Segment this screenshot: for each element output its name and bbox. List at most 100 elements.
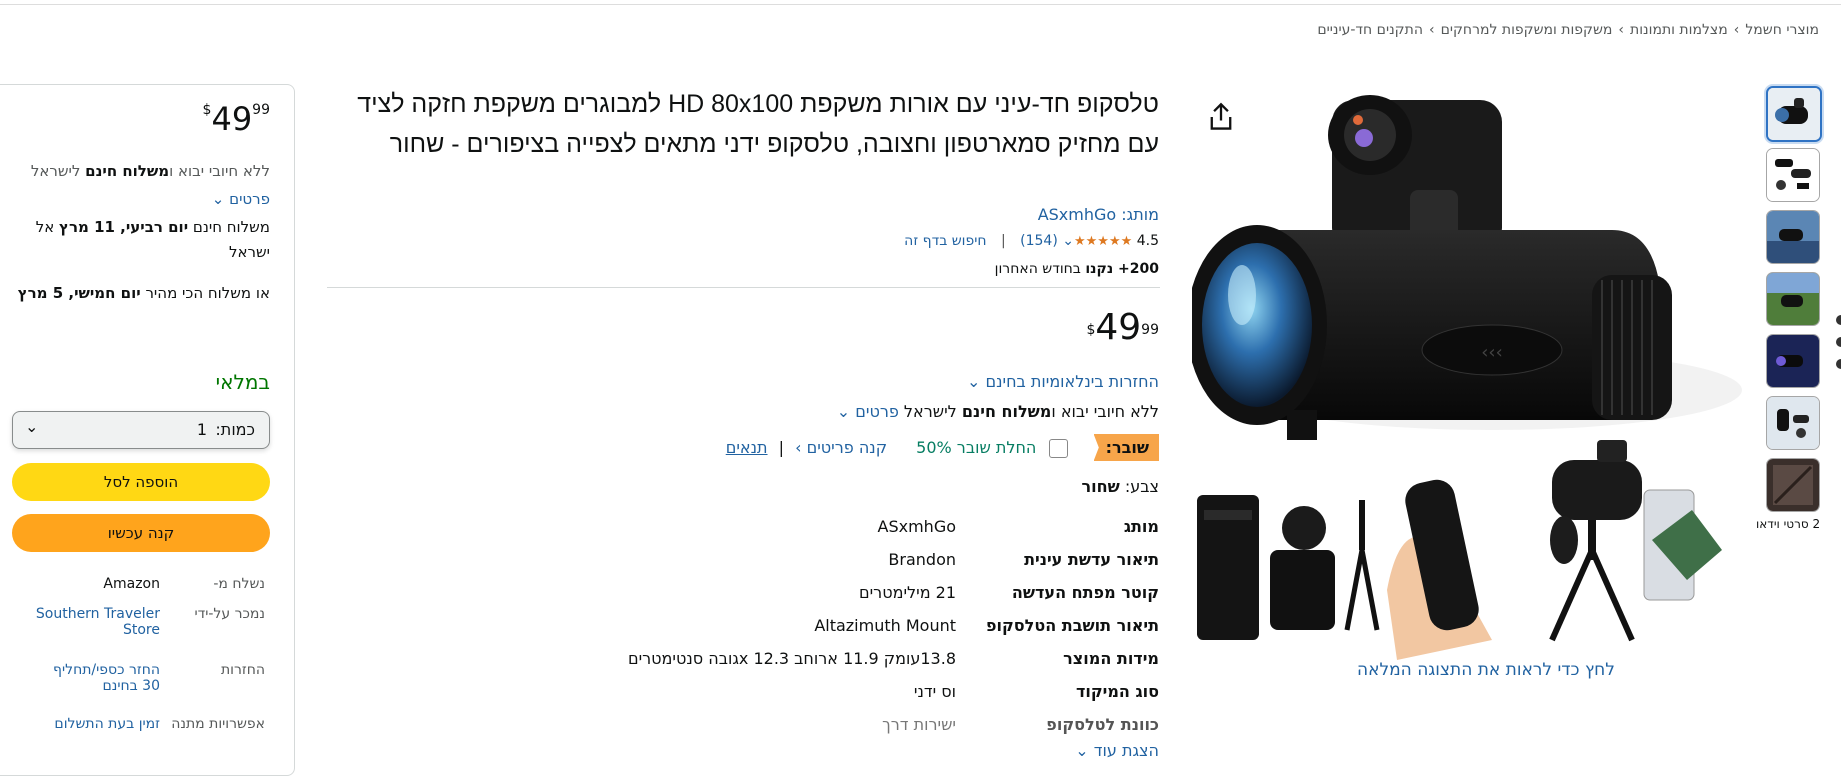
coupon-checkbox[interactable]	[1049, 439, 1069, 458]
coupon-row: שובר: החלת שובר 50% קנה פריטים › | תנאים	[324, 434, 1159, 461]
divider	[327, 287, 1160, 288]
breadcrumb-separator: ›	[1618, 22, 1625, 38]
spec-value: וס ידני	[913, 682, 956, 701]
sold-by-label: נמכר על-ידי	[194, 606, 265, 622]
color-value: שחור	[1081, 477, 1120, 496]
spec-value: 13.8עומק 11.9 ארוחב 12.3 xגובה סנטימטרים	[627, 649, 956, 668]
returns-label: החזרות	[220, 662, 265, 678]
delivery-to: אל	[35, 218, 60, 236]
fastest-text: או משלוח הכי מהיר	[140, 284, 270, 302]
delivery-info: משלוח חינם יום רביעי, 11 מרץ אל	[36, 218, 270, 236]
breadcrumb-item[interactable]: מוצרי חשמל	[1745, 22, 1819, 38]
buybox-import: ללא חיובי יבוא ומשלוח חינם לישראל	[31, 162, 270, 180]
delivery-date: יום רביעי, 11 מרץ	[59, 218, 189, 236]
breadcrumb-item[interactable]: משקפות ומשקפות למרחקים	[1441, 22, 1613, 38]
free-shipping-text: משלוח חינם	[961, 402, 1052, 421]
ships-from-value: Amazon	[103, 576, 160, 592]
full-view-link[interactable]: לחץ כדי לראות את התצוגה המלאה	[1357, 660, 1615, 680]
price-fraction: 99	[252, 102, 270, 118]
search-page-link[interactable]: חיפוש בדף זה	[904, 233, 986, 249]
color-row: צבע: שחור	[324, 477, 1160, 496]
breadcrumb-separator: ›	[1428, 22, 1435, 38]
thumbnail-2[interactable]	[1766, 148, 1820, 202]
star-rating-icon[interactable]: ★★★★★	[1074, 234, 1132, 249]
chevron-down-icon[interactable]: ⌄	[967, 372, 980, 391]
chevron-down-icon[interactable]: ⌄	[837, 402, 850, 421]
buy-now-button[interactable]: קנה עכשיו	[12, 514, 270, 552]
bought-count: 200+ נקנו	[1085, 261, 1159, 277]
import-text: ללא חיובי יבוא ו	[169, 162, 270, 180]
spec-value: Brandon	[888, 550, 956, 569]
video-count-label[interactable]: 2 סרטי וידאו	[1756, 517, 1820, 531]
show-more-label[interactable]: הצגת עוד	[1094, 741, 1159, 760]
top-border	[0, 0, 1841, 5]
price-whole: 49	[1095, 307, 1142, 348]
spec-value: 21 מילימטרים	[858, 583, 956, 602]
breadcrumb-item[interactable]: התקנים חד-עיניים	[1317, 22, 1423, 38]
price-symbol: $	[1086, 322, 1096, 338]
sold-by-link[interactable]: Southern Traveler Store	[35, 606, 160, 638]
chevron-down-icon[interactable]: ⌄	[1062, 233, 1074, 249]
thumbnail-1[interactable]	[1766, 86, 1822, 142]
returns-policy-link[interactable]: החזר כספי/תחליף 30 בחינם	[35, 662, 160, 694]
bought-text: בחודש האחרון	[994, 261, 1086, 277]
add-to-cart-button[interactable]: הוספה לסל	[12, 463, 270, 501]
price-symbol: $	[202, 102, 212, 118]
bought-last-month: 200+ נקנו בחודש האחרון	[324, 261, 1159, 277]
separator: |	[1000, 233, 1006, 249]
chevron-down-icon[interactable]: ⌄	[25, 417, 38, 436]
carousel-dots	[1836, 315, 1841, 381]
coupon-terms-link[interactable]: תנאים	[726, 438, 768, 457]
free-shipping-text: משלוח חינם	[85, 162, 170, 180]
gift-options-link[interactable]: זמין בעת התשלום	[35, 716, 160, 732]
thumbnail-6[interactable]	[1766, 396, 1820, 450]
fastest-date: יום חמישי, 5 מרץ	[17, 284, 141, 302]
price: $4999	[324, 308, 1159, 348]
thumbnail-3[interactable]	[1766, 210, 1820, 264]
free-returns[interactable]: החזרות בינלאומיות בחינם ⌄	[324, 372, 1159, 391]
delivery-text: משלוח חינם	[188, 218, 270, 236]
show-more-link[interactable]: הצגת עוד ⌄	[1075, 741, 1159, 760]
color-label: צבע:	[1124, 477, 1159, 496]
spec-key: תיאור עדשת עינית	[1024, 550, 1159, 569]
video-thumbnail[interactable]	[1766, 458, 1820, 512]
reviews-count[interactable]: (154)	[1020, 233, 1058, 249]
gift-options-label: אפשרויות מתנה	[171, 716, 265, 732]
in-stock-status: במלאי	[215, 370, 270, 394]
import-text: ללא חיובי יבוא ו	[1051, 402, 1159, 421]
spec-key: כוונת לטלסקופ	[1046, 715, 1159, 734]
quantity-select[interactable]: כמות: 1 ⌄	[12, 411, 270, 449]
price-whole: 49	[211, 100, 253, 138]
details-label[interactable]: פרטים	[229, 190, 270, 208]
main-product-image[interactable]: ‹‹‹	[1187, 80, 1742, 660]
delivery-destination: ישראל	[228, 243, 270, 261]
share-icon[interactable]	[1207, 102, 1235, 132]
spec-key: סוג המיקוד	[1075, 682, 1159, 701]
buybox-details-link[interactable]: פרטים ⌄	[212, 190, 270, 208]
quantity-label: כמות:	[215, 420, 255, 439]
breadcrumb-item[interactable]: מצלמות ותמונות	[1630, 22, 1728, 38]
thumbnail-4[interactable]	[1766, 272, 1820, 326]
details-link[interactable]: פרטים	[855, 402, 899, 421]
brand-link[interactable]: מותג: ASxmhGo	[324, 205, 1159, 224]
coupon-shop-items-link[interactable]: קנה פריטים ›	[795, 438, 887, 457]
spec-key: מותג	[1123, 517, 1159, 536]
breadcrumb: מוצרי חשמל › מצלמות ותמונות › משקפות ומשקפות…	[1317, 22, 1819, 38]
svg-text:‹‹‹: ‹‹‹	[1481, 342, 1503, 363]
chevron-down-icon[interactable]: ⌄	[1075, 741, 1088, 760]
breadcrumb-separator: ›	[1733, 22, 1740, 38]
import-info: ללא חיובי יבוא ומשלוח חינם לישראל פרטים …	[324, 402, 1159, 421]
thumbnail-5[interactable]	[1766, 334, 1820, 388]
rating-value: 4.5	[1136, 233, 1159, 249]
spec-value: ASxmhGo	[877, 517, 956, 536]
coupon-apply-label[interactable]: החלת שובר 50%	[916, 438, 1036, 457]
product-title: טלסקופ חד-עיני עם אורות משקפת HD 80x100 …	[357, 90, 1159, 158]
ships-from-label: נשלח מ-	[213, 576, 265, 592]
spec-key: קוטר מפתח העדשה	[1011, 583, 1159, 602]
import-destination: לישראל	[898, 402, 962, 421]
free-returns-link[interactable]: החזרות בינלאומיות בחינם	[985, 372, 1159, 391]
fastest-delivery: או משלוח הכי מהיר יום חמישי, 5 מרץ	[18, 284, 270, 302]
spec-key: תיאור תושבת הטלסקופ	[985, 616, 1159, 635]
chevron-down-icon[interactable]: ⌄	[212, 190, 225, 208]
coupon-badge: שובר:	[1093, 434, 1159, 461]
